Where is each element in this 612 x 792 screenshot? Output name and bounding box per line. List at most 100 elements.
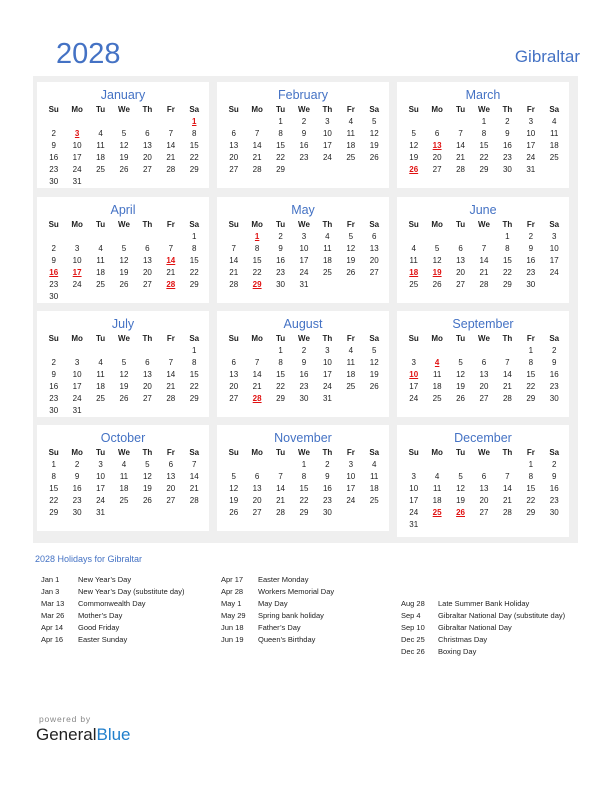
day-cell: 28 <box>189 496 199 505</box>
weekday-label: Th <box>142 448 153 457</box>
day-cell: 18 <box>346 370 356 379</box>
weekday-label: Sa <box>369 105 380 114</box>
holiday-day-cell: 17 <box>72 268 82 277</box>
weekday-label: We <box>478 105 490 114</box>
empty-day-cell <box>136 291 159 303</box>
week-row: 1 2 3 4 5 6 <box>217 231 389 243</box>
day-cell: 19 <box>369 370 379 379</box>
day-cell: 19 <box>456 382 465 391</box>
day-cell: 23 <box>49 280 59 289</box>
day-cell: 30 <box>549 394 559 403</box>
day-cell: 21 <box>252 153 262 162</box>
day-cell: 9 <box>528 244 534 253</box>
day-cell: 4 <box>411 244 416 253</box>
day-cell: 9 <box>301 358 307 367</box>
day-cell: 28 <box>166 165 176 174</box>
week-row: 14 15 16 17 18 19 20 <box>217 255 389 267</box>
holiday-day-cell: 25 <box>432 508 442 517</box>
day-cell: 24 <box>322 153 332 162</box>
day-cell: 15 <box>502 256 512 265</box>
week-row: 1 2 3 4 5 <box>217 116 389 128</box>
day-cell: 20 <box>369 256 379 265</box>
holiday-date: Aug 28 <box>401 599 425 608</box>
holiday-day-cell: 1 <box>254 232 260 241</box>
day-cell: 1 <box>505 232 510 241</box>
day-cell: 13 <box>456 256 465 265</box>
day-cell: 30 <box>49 406 59 415</box>
empty-day-cell <box>42 116 65 128</box>
day-cell: 6 <box>145 358 150 367</box>
empty-day-cell <box>519 519 542 531</box>
day-cell: 15 <box>479 141 489 150</box>
weekday-label: Sa <box>369 220 380 229</box>
weekday-label: We <box>118 105 130 114</box>
holiday-list-item: Mar 26 Mother’s Day <box>41 610 184 622</box>
day-cell: 12 <box>432 256 442 265</box>
week-row: 13 14 15 16 17 18 19 <box>217 140 389 152</box>
holiday-day-cell: 3 <box>74 129 80 138</box>
weekday-label: Su <box>48 448 59 457</box>
empty-day-cell <box>112 176 135 188</box>
empty-day-cell <box>112 345 135 357</box>
weekday-label: We <box>478 334 490 343</box>
day-cell: 16 <box>549 484 559 493</box>
empty-day-cell <box>472 345 495 357</box>
day-cell: 24 <box>322 382 332 391</box>
empty-day-cell <box>449 345 472 357</box>
day-cell: 26 <box>119 280 129 289</box>
day-cell: 5 <box>372 346 377 355</box>
day-cell: 11 <box>346 129 355 138</box>
weekday-label: Sa <box>549 220 560 229</box>
day-cell: 17 <box>549 256 559 265</box>
empty-day-cell <box>543 279 566 291</box>
day-cell: 12 <box>456 370 465 379</box>
day-cell: 19 <box>142 484 152 493</box>
holiday-name: Easter Sunday <box>78 635 128 644</box>
day-cell: 22 <box>299 496 309 505</box>
day-cell: 23 <box>549 382 559 391</box>
day-cell: 20 <box>142 268 152 277</box>
country-title: Gibraltar <box>514 47 580 66</box>
day-cell: 9 <box>51 141 56 150</box>
empty-day-cell <box>245 345 268 357</box>
day-cell: 21 <box>166 153 176 162</box>
weekday-header: Su Mo Tu We Th Fr Sa <box>397 218 569 231</box>
empty-day-cell <box>222 345 245 357</box>
holiday-date: Apr 16 <box>41 635 64 644</box>
day-cell: 13 <box>142 256 152 265</box>
day-cell: 9 <box>51 256 56 265</box>
weekday-label: We <box>478 448 490 457</box>
day-cell: 24 <box>549 268 559 277</box>
weekday-label: Sa <box>369 448 380 457</box>
empty-day-cell <box>496 519 519 531</box>
day-cell: 5 <box>145 460 150 469</box>
day-cell: 19 <box>119 268 129 277</box>
week-row: 2 3 4 5 6 7 8 <box>37 128 209 140</box>
weekday-label: Fr <box>166 334 175 343</box>
day-cell: 21 <box>502 496 512 505</box>
day-cell: 18 <box>432 382 442 391</box>
weekday-label: Su <box>408 448 419 457</box>
day-cell: 25 <box>346 153 356 162</box>
day-cell: 17 <box>526 141 536 150</box>
holiday-name: May Day <box>258 599 288 608</box>
day-cell: 6 <box>434 129 440 138</box>
day-cell: 16 <box>322 484 332 493</box>
empty-day-cell <box>472 459 495 471</box>
empty-day-cell <box>222 231 245 243</box>
generalblue-logo[interactable]: GeneralBlue <box>36 725 131 745</box>
holiday-name: Easter Monday <box>258 575 309 584</box>
weekday-label: Mo <box>71 448 83 457</box>
day-cell: 4 <box>434 472 440 481</box>
week-row: 28 29 30 31 <box>217 279 389 291</box>
weekday-label: Fr <box>346 220 355 229</box>
day-cell: 7 <box>168 244 174 253</box>
day-cell: 22 <box>526 382 536 391</box>
weekday-header: Su Mo Tu We Th Fr Sa <box>397 332 569 345</box>
day-cell: 5 <box>458 358 463 367</box>
week-row: 1 <box>37 345 209 357</box>
day-cell: 8 <box>192 358 197 367</box>
day-cell: 29 <box>189 394 199 403</box>
day-cell: 9 <box>51 370 56 379</box>
day-cell: 23 <box>549 496 559 505</box>
